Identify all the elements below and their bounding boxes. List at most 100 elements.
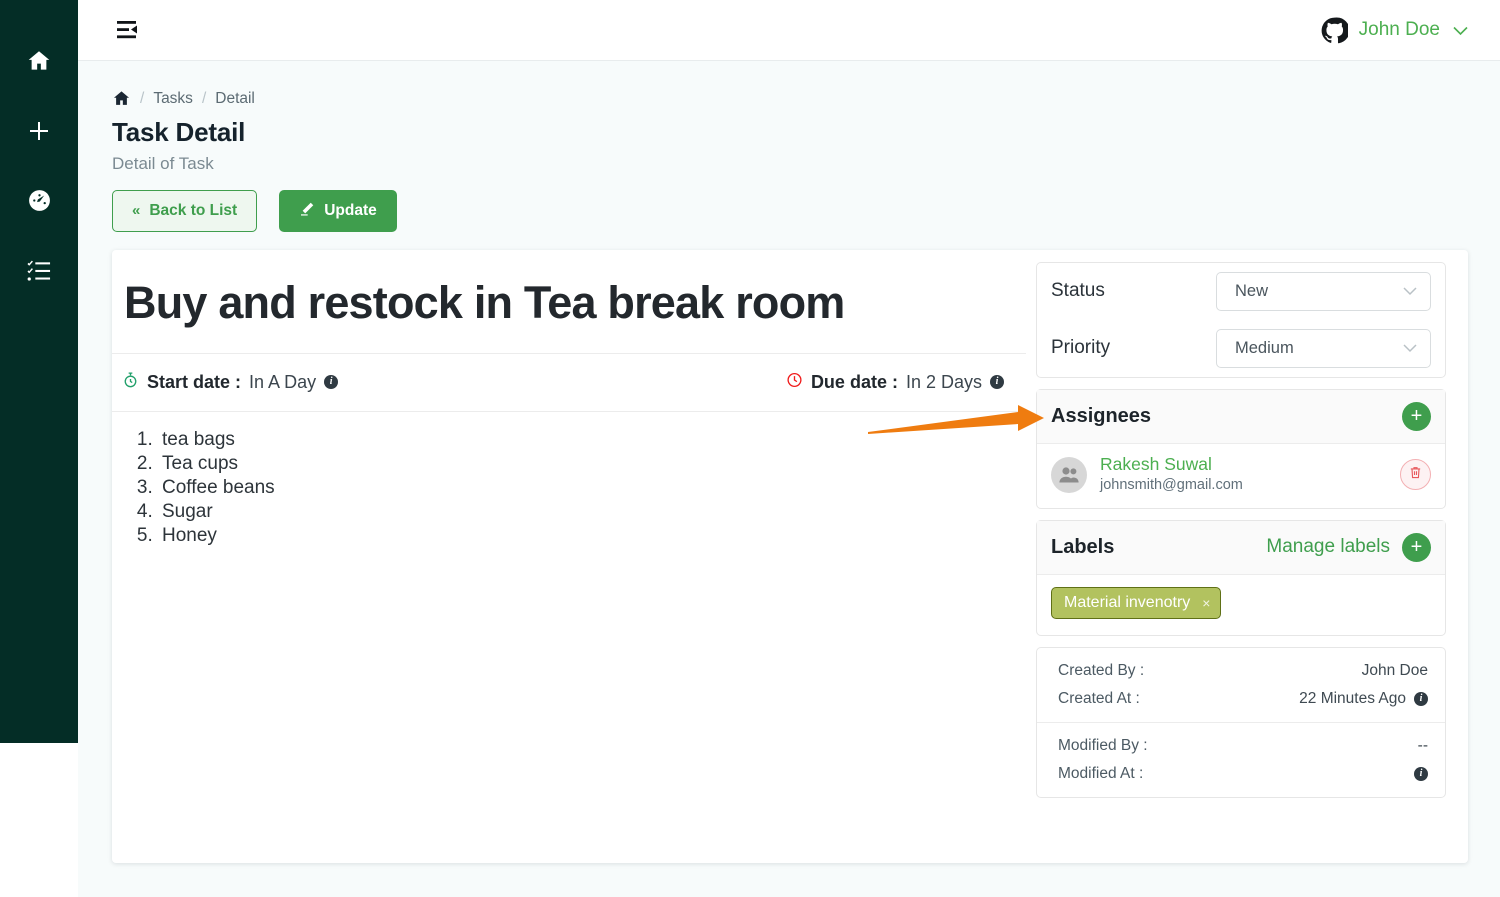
metadata-value: --	[1417, 736, 1428, 754]
priority-row: Priority Medium	[1037, 320, 1445, 377]
metadata-key: Modified At :	[1058, 764, 1144, 782]
menu-fold-icon[interactable]	[116, 19, 142, 41]
labels-body: Material invenotry ×	[1037, 575, 1445, 635]
task-dates-row: Start date : In A Day i Due date: In 2 …	[112, 354, 1026, 412]
update-button[interactable]: Update	[279, 190, 397, 232]
trash-icon	[1408, 465, 1423, 485]
main-shell: John Doe / Tasks / Detail Task Detail De…	[78, 0, 1500, 897]
assignees-box: Assignees + Rakesh Suwal johnsmith@gmail…	[1036, 388, 1446, 509]
assignees-header-actions: +	[1402, 401, 1431, 431]
info-icon[interactable]: i	[324, 375, 339, 389]
add-assignee-button[interactable]: +	[1402, 401, 1431, 431]
task-main-column: Buy and restock in Tea break room Start	[112, 250, 1026, 863]
label-chip-text: Material invenotry	[1064, 593, 1191, 611]
info-icon[interactable]: i	[1414, 766, 1428, 781]
metadata-row-created-by: Created By : John Doe	[1058, 657, 1428, 685]
metadata-value: John Doe	[1361, 661, 1428, 679]
main-sidebar	[0, 0, 78, 743]
list-item: Honey	[158, 524, 1002, 548]
metadata-key: Modified By :	[1058, 736, 1148, 754]
start-date-group: Start date : In A Day i	[122, 371, 339, 394]
list-item: Coffee beans	[158, 476, 1002, 500]
task-detail-card: Buy and restock in Tea break room Start	[112, 249, 1468, 863]
status-label: Status	[1051, 280, 1105, 301]
assignee-list-item: Rakesh Suwal johnsmith@gmail.com	[1037, 444, 1445, 508]
start-date-value: In A Day	[249, 371, 317, 392]
list-item: Tea cups	[158, 452, 1002, 476]
due-date-label: Due date :	[810, 371, 898, 392]
user-menu[interactable]: John Doe	[1321, 17, 1468, 44]
add-label-button[interactable]: +	[1402, 532, 1431, 562]
checklist-icon	[26, 258, 52, 289]
stopwatch-icon	[122, 371, 139, 394]
double-chevron-left-icon: «	[132, 202, 141, 220]
page-title: Task Detail	[112, 117, 246, 147]
manage-labels-link[interactable]: Manage labels	[1266, 536, 1390, 558]
due-date-value: In 2 Days	[905, 371, 982, 392]
home-icon[interactable]	[112, 89, 131, 108]
metadata-key: Created By :	[1058, 661, 1145, 679]
task-title: Buy and restock in Tea break room	[112, 250, 1026, 354]
chevron-down-icon	[1403, 284, 1417, 299]
breadcrumb-separator: /	[140, 89, 145, 107]
info-icon[interactable]: i	[990, 375, 1004, 389]
breadcrumb: / Tasks / Detail	[112, 89, 1468, 108]
metadata-row-modified-by: Modified By : --	[1058, 732, 1428, 760]
info-icon[interactable]: i	[1414, 691, 1428, 706]
labels-box: Labels Manage labels + Material invenotr…	[1036, 519, 1446, 636]
back-to-list-button[interactable]: « Back to List	[112, 190, 258, 232]
sidebar-item-add[interactable]	[0, 98, 78, 168]
labels-header-actions: Manage labels +	[1266, 532, 1431, 562]
description-list: tea bags Tea cups Coffee beans Sugar Hon…	[158, 428, 1002, 549]
chevron-down-icon	[1403, 341, 1417, 356]
metadata-row-modified-at: Modified At : i	[1058, 760, 1428, 788]
home-icon	[26, 48, 52, 79]
assignee-meta: Rakesh Suwal johnsmith@gmail.com	[1100, 454, 1387, 496]
start-date-label: Start date :	[147, 371, 242, 392]
metadata-box: Created By : John Doe Created At : 22 Mi…	[1036, 646, 1446, 798]
list-item: Sugar	[158, 500, 1002, 524]
labels-title: Labels	[1051, 535, 1115, 558]
page-subtitle: Detail of Task	[112, 154, 214, 173]
speedometer-icon	[27, 188, 52, 218]
properties-box: Status New Priority Medium	[1036, 261, 1446, 378]
label-chip[interactable]: Material invenotry ×	[1051, 586, 1222, 619]
assignee-email: johnsmith@gmail.com	[1100, 477, 1243, 494]
top-bar: John Doe	[78, 0, 1500, 61]
priority-value: Medium	[1235, 338, 1294, 357]
remove-assignee-button[interactable]	[1400, 459, 1431, 491]
breadcrumb-item-detail[interactable]: Detail	[215, 90, 255, 108]
action-button-row: « Back to List Update	[112, 190, 1468, 232]
sidebar-item-dashboard[interactable]	[0, 168, 78, 238]
status-row: Status New	[1037, 263, 1445, 320]
priority-select[interactable]: Medium	[1216, 328, 1431, 368]
back-to-list-label: Back to List	[149, 202, 238, 219]
status-value: New	[1235, 281, 1269, 300]
plus-icon	[27, 119, 51, 148]
metadata-key: Created At :	[1058, 689, 1140, 707]
user-name-label: John Doe	[1358, 19, 1440, 40]
task-description: tea bags Tea cups Coffee beans Sugar Hon…	[112, 412, 1026, 863]
update-label: Update	[324, 202, 377, 219]
app-root: John Doe / Tasks / Detail Task Detail De…	[0, 0, 1500, 897]
close-icon[interactable]: ×	[1202, 595, 1210, 611]
sidebar-item-home[interactable]	[0, 28, 78, 98]
sidebar-item-tasks[interactable]	[0, 238, 78, 308]
status-select[interactable]: New	[1216, 271, 1431, 311]
assignees-header: Assignees +	[1037, 389, 1445, 444]
chevron-down-icon	[1453, 22, 1468, 39]
avatar	[1051, 456, 1087, 493]
pencil-icon	[299, 201, 315, 221]
assignees-title: Assignees	[1051, 404, 1152, 427]
list-item: tea bags	[158, 428, 1002, 452]
clock-icon	[786, 371, 803, 394]
metadata-row-created-at: Created At : 22 Minutes Ago i	[1058, 685, 1428, 713]
metadata-created-group: Created By : John Doe Created At : 22 Mi…	[1037, 648, 1445, 722]
metadata-value: 22 Minutes Ago	[1299, 689, 1406, 707]
task-side-panel: Status New Priority Medium Assignees + R…	[1026, 250, 1468, 863]
priority-label: Priority	[1051, 337, 1111, 358]
breadcrumb-item-tasks[interactable]: Tasks	[153, 90, 193, 108]
page-content: / Tasks / Detail Task Detail Detail of T…	[78, 61, 1500, 897]
assignee-name[interactable]: Rakesh Suwal	[1100, 454, 1387, 476]
breadcrumb-separator: /	[201, 89, 207, 107]
